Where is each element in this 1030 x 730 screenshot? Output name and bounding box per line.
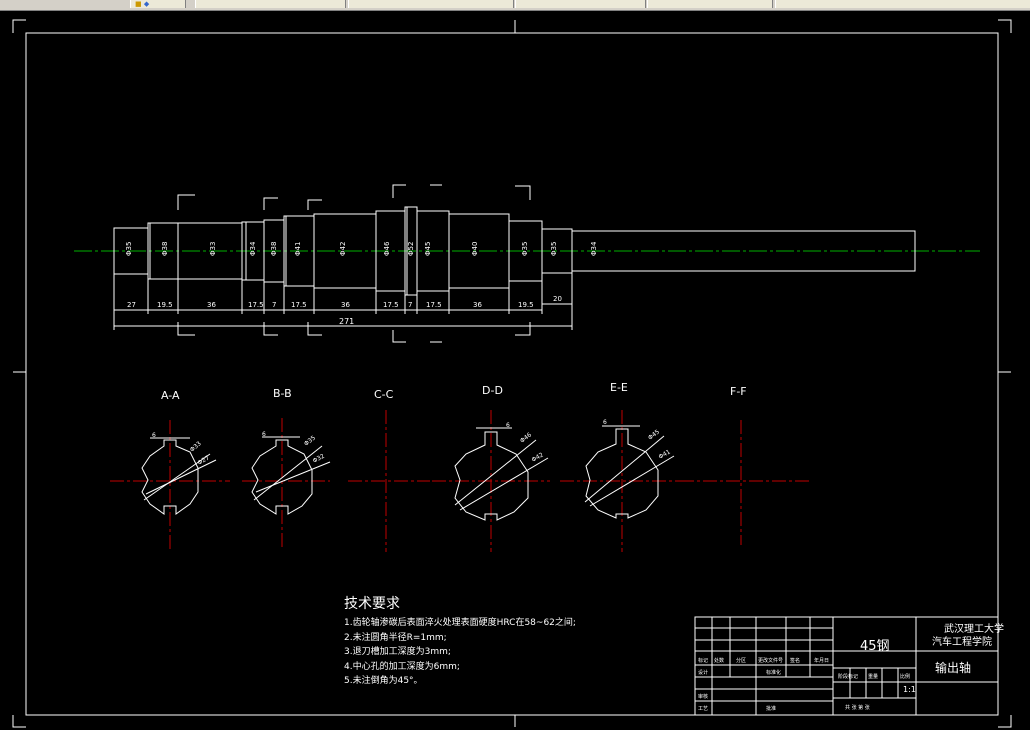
key-width: 6: [603, 419, 607, 426]
label-check: 审核: [698, 693, 708, 700]
diameter-labels: Φ35 Φ38 Φ33 Φ34 Φ38 Φ41 Φ42 Φ46 Φ52 Φ45 …: [125, 241, 598, 256]
section-dim: Φ42: [531, 451, 545, 463]
dim-diameter: Φ34: [590, 241, 598, 256]
dim-diameter: Φ42: [339, 242, 347, 256]
material-text: 45钢: [860, 639, 890, 654]
dim-length: 19.5: [518, 301, 534, 309]
dim-diameter: Φ34: [249, 241, 257, 256]
label-mark: 标记: [698, 657, 708, 664]
section-dim: Φ33: [189, 440, 203, 453]
dim-length: 36: [473, 301, 482, 309]
label-stage: 阶段标记: [838, 673, 858, 680]
toolbar-tab-2[interactable]: [348, 0, 514, 8]
dim-diameter: Φ35: [550, 242, 558, 256]
label-process: 工艺: [698, 706, 708, 712]
dim-diameter: Φ33: [209, 242, 217, 256]
note-line: 3.退刀槽加工深度为3mm;: [344, 647, 451, 657]
dim-length: 7: [272, 301, 276, 309]
section-dim: Φ32: [312, 453, 326, 465]
dim-diameter: Φ35: [521, 242, 529, 256]
toolbar-tab-1[interactable]: [195, 0, 346, 8]
school-name: 武汉理工大学: [944, 622, 1004, 635]
college-name: 汽车工程学院: [932, 635, 992, 648]
dim-length: 27: [127, 301, 136, 309]
dim-diameter: Φ40: [471, 242, 479, 256]
dim-length: 17.5: [426, 301, 442, 309]
note-line: 4.中心孔的加工深度为6mm;: [344, 661, 460, 672]
dim-length: 36: [207, 301, 216, 309]
dim-length: 19.5: [157, 301, 173, 309]
scale-text: 1:1: [903, 685, 916, 694]
key-width: 6: [506, 422, 510, 429]
section-label: C-C: [374, 388, 394, 401]
label-standard: 标准化: [766, 669, 781, 676]
dim-diameter: Φ45: [424, 242, 432, 256]
note-line: 1.齿轮轴渗碳后表面淬火处理表面硬度HRC在58~62之间;: [344, 618, 576, 628]
section-dim-labels: 6 6 6 6 Φ33 Φ27 Φ35 Φ32 Φ46 Φ42 Φ45 Φ41: [152, 419, 672, 467]
label-approve: 批准: [766, 705, 776, 712]
label-sign: 签名: [790, 657, 800, 664]
dim-length: 36: [341, 301, 350, 309]
section-label: A-A: [161, 389, 180, 402]
label-sheets: 共 张 第 张: [845, 704, 870, 711]
section-dim: Φ27: [197, 454, 211, 466]
section-dim: Φ35: [303, 434, 317, 447]
toolbar-icons[interactable]: ■ ◆: [130, 0, 186, 8]
note-line: 5.未注倒角为45°。: [344, 676, 423, 686]
note-line: 2.未注圆角半径R=1mm;: [344, 632, 447, 643]
label-ratio: 比例: [900, 673, 910, 680]
section-label: D-D: [482, 384, 503, 397]
dim-length: 17.5: [291, 301, 307, 309]
section-label: E-E: [610, 381, 628, 394]
dim-overall-length: 271: [339, 317, 354, 326]
part-name: 输出轴: [935, 660, 971, 675]
dim-diameter: Φ46: [383, 241, 391, 256]
section-dim: Φ46: [519, 431, 533, 444]
toolbar-tab-5[interactable]: [775, 0, 1030, 8]
label-zone: 分区: [736, 657, 746, 664]
spline-sections: [141, 428, 659, 521]
dim-diameter: Φ52: [407, 242, 415, 256]
section-dimension-lines: [143, 425, 675, 511]
dim-diameter: Φ35: [125, 242, 133, 256]
key-width: 6: [262, 431, 266, 438]
toolbar-tab-3[interactable]: [515, 0, 646, 8]
dim-length: 17.5: [383, 301, 399, 309]
dim-diameter: Φ38: [161, 242, 169, 256]
key-width: 6: [152, 432, 156, 439]
label-design: 设计: [698, 669, 708, 676]
dim-diameter: Φ38: [270, 242, 278, 256]
technical-requirements: 技术要求 1.齿轮轴渗碳后表面淬火处理表面硬度HRC在58~62之间; 2.未注…: [344, 593, 576, 689]
notes-title: 技术要求: [344, 596, 400, 612]
section-label: F-F: [730, 385, 747, 398]
dim-length: 7: [408, 301, 412, 309]
label-date: 年月日: [814, 657, 829, 664]
label-weight: 重量: [868, 673, 878, 680]
dim-length: 20: [553, 295, 562, 303]
section-labels: A-A B-B C-C D-D E-E F-F: [161, 381, 747, 402]
dim-diameter: Φ41: [294, 242, 302, 256]
section-label: B-B: [273, 387, 292, 400]
toolbar-tab-4[interactable]: [647, 0, 773, 8]
label-count: 处数: [714, 657, 724, 664]
label-doc: 更改文件号: [758, 657, 783, 664]
dim-length: 17.5: [248, 301, 264, 309]
